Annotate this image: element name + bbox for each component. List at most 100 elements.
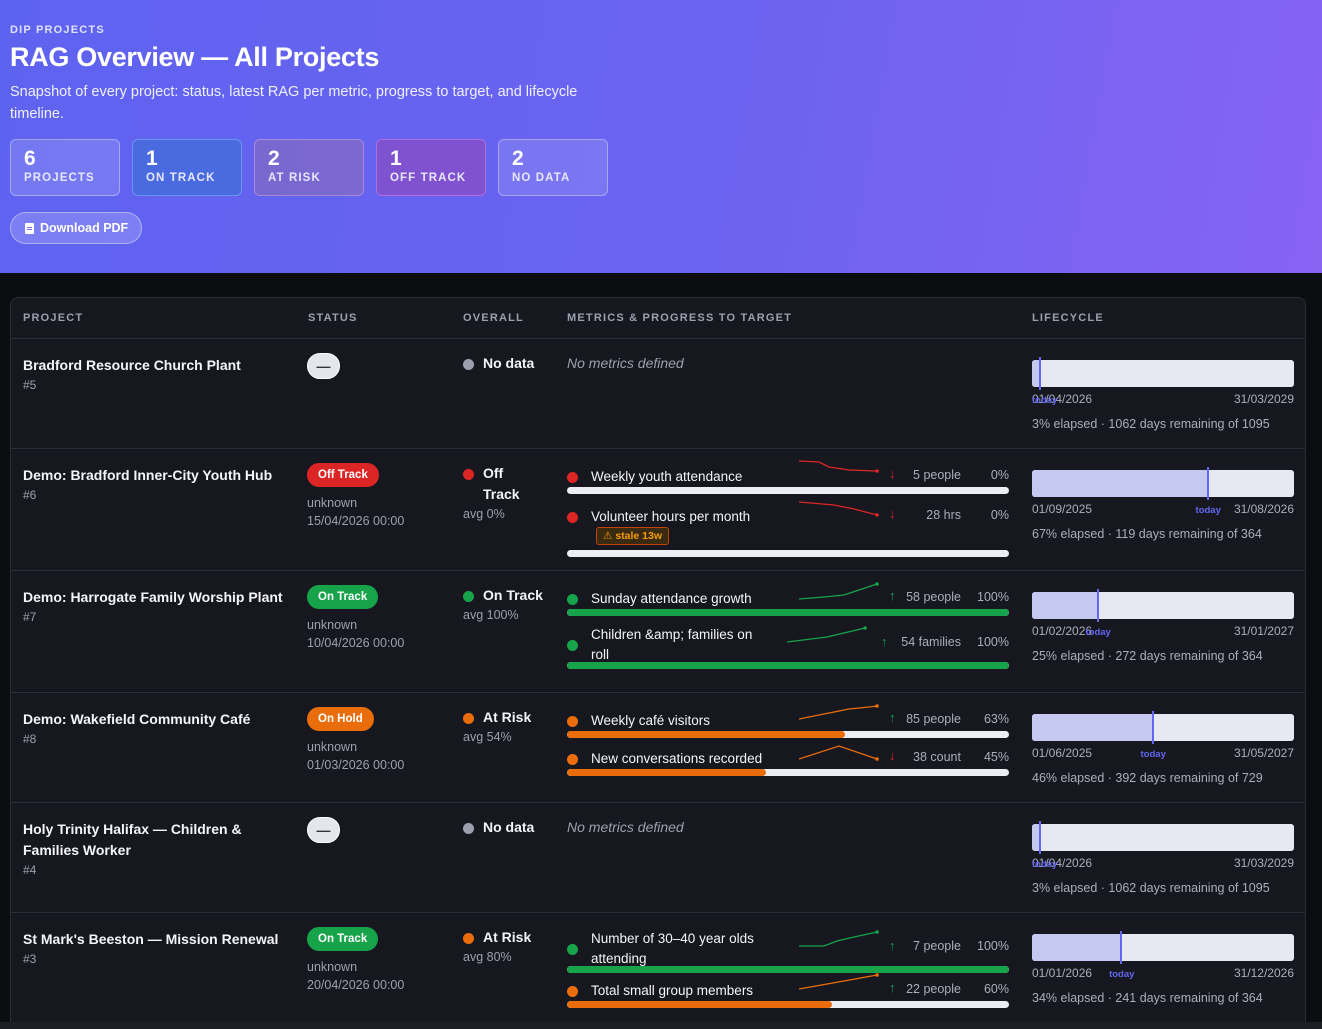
stats-bar: 6 PROJECTS 1 ON TRACK 2 AT RISK 1 OFF TR… [10,139,608,196]
metric-sparkline [799,582,879,600]
overall-cell: Off Track avg 0% [463,463,553,521]
table-row[interactable]: Bradford Resource Church Plant #5 — No data… [11,339,1305,449]
overall-average: avg 100% [463,608,519,622]
metric-value: 7 people [913,939,961,953]
no-metrics-text: No metrics defined [567,819,684,835]
metric-row: New conversations recorded ↓ 38 count 45% [567,745,1009,797]
overall-cell: No data [463,353,553,374]
table-header: PROJECT STATUS OVERALL METRICS & PROGRES… [11,298,1305,339]
metric-value: 22 people [906,982,961,996]
rag-dot-icon [567,944,578,955]
metric-percent: 63% [983,712,1009,726]
project-name[interactable]: St Mark's Beeston — Mission Renewal #3 [23,929,293,968]
lifecycle-bar [1032,711,1294,744]
column-header-status: STATUS [308,312,358,324]
metric-sparkline [799,460,879,473]
arrow-down-icon: ↓ [889,506,896,521]
download-pdf-label: Download PDF [40,221,129,235]
table-row[interactable]: St Mark's Beeston — Mission Renewal #3 On … [11,913,1305,1029]
column-header-project: PROJECT [23,312,84,324]
metric-progress-fill [567,731,846,738]
sparkline-endpoint [875,582,879,586]
rag-dot-icon [567,472,578,483]
header-banner: DIP PROJECTS RAG Overview — All Projects… [0,0,1322,273]
table-row[interactable]: Holy Trinity Halifax — Children & Famili… [11,803,1305,913]
stat-off-track: 1 OFF TRACK [376,139,486,196]
rag-dot-icon [567,716,578,727]
table-row[interactable]: Demo: Harrogate Family Worship Plant #7 On… [11,571,1305,693]
overall-average: avg 80% [463,950,512,964]
table-body: Bradford Resource Church Plant #5 — No data… [11,339,1305,1029]
status-cell: Off Track unknown 15/04/2026 00:00 [307,463,404,530]
status-source: unknown [307,618,358,632]
lifecycle-end-date: 31/12/2026 [1233,966,1294,980]
metric-value: 28 hrs [926,508,961,522]
today-marker [1151,711,1154,744]
status-cell: On Hold unknown 01/03/2026 00:00 [307,707,404,774]
project-id: #8 [23,732,37,746]
today-marker [1206,467,1209,500]
sparkline-path [787,627,866,643]
status-date: 15/04/2026 00:00 [307,514,405,528]
lifecycle-start-date: 01/06/2025 [1032,746,1093,760]
project-name[interactable]: Bradford Resource Church Plant #5 [23,355,293,394]
arrow-up-icon: ↑ [889,710,896,725]
lifecycle-end-date: 31/03/2029 [1233,392,1294,406]
metric-percent: 0% [990,508,1009,522]
status-meta: unknown 20/04/2026 00:00 [307,958,404,994]
project-name[interactable]: Holy Trinity Halifax — Children & Famili… [23,819,293,879]
project-title[interactable]: Demo: Wakefield Community Café [23,711,250,727]
metric-percent: 60% [983,982,1009,996]
project-name[interactable]: Demo: Harrogate Family Worship Plant #7 [23,587,293,626]
today-label: today [1032,395,1058,406]
metric-name: New conversations recorded [591,751,763,766]
lifecycle-bar [1032,821,1294,854]
project-title[interactable]: St Mark's Beeston — Mission Renewal [23,931,278,947]
overall-rag: No data [463,353,553,374]
metric-value: 5 people [913,468,961,482]
sparkline-path [799,705,878,720]
table-row[interactable]: Demo: Wakefield Community Café #8 On Hold u… [11,693,1305,803]
today-marker [1038,357,1041,390]
rag-dot-icon [463,359,474,370]
project-name[interactable]: Demo: Wakefield Community Café #8 [23,709,293,748]
stat-no-data: 2 NO DATA [498,139,608,196]
today-label: today [1140,749,1166,760]
stat-projects: 6 PROJECTS [10,139,120,196]
metric-value: 38 count [913,750,961,764]
lifecycle-summary: 3% elapsed · 1062 days remaining of 1095 [1032,417,1270,431]
lifecycle-start-date: 01/09/2025 [1032,502,1093,516]
status-pill: On Hold [307,707,374,731]
sparkline-path [799,745,878,760]
sparkline-endpoint [875,469,879,473]
arrow-up-icon: ↑ [889,588,896,603]
table-row[interactable]: Demo: Bradford Inner-City Youth Hub #6 Off… [11,449,1305,571]
lifecycle-end-date: 31/03/2029 [1233,856,1294,870]
overall-label: On Track [483,587,543,603]
project-title[interactable]: Bradford Resource Church Plant [23,357,241,373]
status-pill: — [307,817,340,843]
rag-dot-icon [567,640,578,651]
project-title[interactable]: Demo: Bradford Inner-City Youth Hub [23,467,272,483]
metric-row: Number of 30–40 year olds attending ↑ 7 pe… [567,929,1009,979]
download-pdf-button[interactable]: Download PDF [10,212,143,244]
eyebrow: DIP PROJECTS [10,24,105,36]
project-title[interactable]: Holy Trinity Halifax — Children & Famili… [23,821,242,858]
footer-strip [0,1022,1322,1029]
metric-name: Volunteer hours per month [591,509,751,524]
status-meta: unknown 10/04/2026 00:00 [307,616,404,652]
status-pill: — [307,353,340,379]
metric-progress-fill [567,662,1009,669]
lifecycle-bar [1032,931,1294,964]
status-meta: unknown 15/04/2026 00:00 [307,494,404,530]
sparkline-endpoint [875,513,879,517]
status-source: unknown [307,496,358,510]
project-name[interactable]: Demo: Bradford Inner-City Youth Hub #6 [23,465,293,504]
rag-dot-icon [567,512,578,523]
stat-label: AT RISK [268,172,321,184]
sparkline-path [799,501,878,516]
project-title[interactable]: Demo: Harrogate Family Worship Plant [23,589,283,605]
stat-number: 1 [146,147,158,170]
overall-average: avg 0% [463,507,505,521]
metric-name: Number of 30–40 year olds attending [591,931,754,966]
